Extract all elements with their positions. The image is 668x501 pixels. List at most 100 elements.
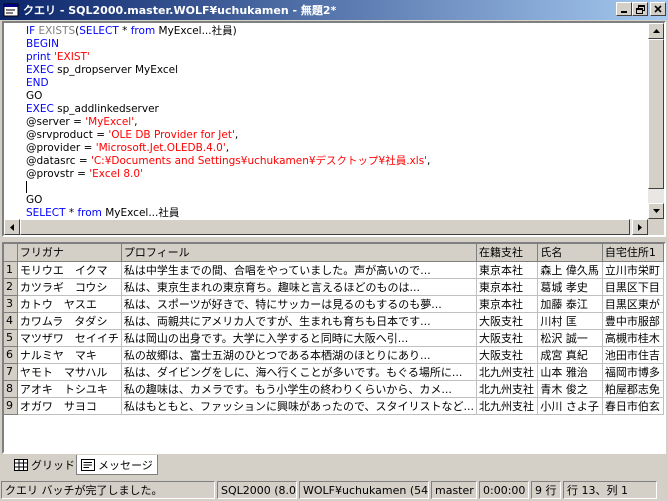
table-row[interactable]: 4 カワムラ タダシ 私は、両親共にアメリカ人ですが、生まれも育ちも日本です... 大… [4,312,664,330]
code-line[interactable]: @srvproduct = 'OLE DB Provider for Jet', [26,129,642,142]
column-header-profile[interactable]: プロフィール [121,244,478,262]
tab-grid[interactable]: グリッド [10,455,80,475]
code-line[interactable]: SELECT * from MyExcel...社員 [26,207,642,219]
table-cell[interactable]: 目黒区東が [602,295,664,313]
row-number[interactable]: 4 [4,312,18,330]
code-line[interactable]: @provstr = 'Excel 8.0' [26,168,642,181]
table-cell[interactable]: オガワ サヨコ [17,397,122,415]
query-editor[interactable]: IF EXISTS(SELECT * from MyExcel...社員) BEG… [2,21,666,237]
table-cell[interactable]: 大阪支社 [476,312,539,330]
table-row[interactable]: 8 アオキ トシユキ 私の趣味は、カメラです。もう小学生の終わりくらいから、カメ..… [4,380,664,398]
column-header-branch[interactable]: 在籍支社 [476,244,539,262]
table-cell[interactable]: 森上 偉久馬 [537,261,603,279]
code-line[interactable]: EXEC sp_addlinkedserver [26,103,642,116]
table-row[interactable]: 6 ナルミヤ マキ 私の故郷は、富士五湖のひとつである本栖湖のほとりにあり... 大阪… [4,346,664,364]
table-cell[interactable]: 北九州支社 [476,380,539,398]
table-row[interactable]: 5 マツザワ セイイチ 私は岡山の出身です。大学に入学すると同時に大阪へ引... 大阪… [4,329,664,347]
code-line[interactable]: @provider = 'Microsoft.Jet.OLEDB.4.0', [26,142,642,155]
code-line[interactable]: @server = 'MyExcel', [26,116,642,129]
table-row[interactable]: 7 ヤモト マサハル 私は、ダイビングをしに、海へ行くことが多いです。もぐる場所に.… [4,363,664,381]
table-cell[interactable]: 私は岡山の出身です。大学に入学すると同時に大阪へ引... [121,329,478,347]
table-cell[interactable]: 松沢 誠一 [537,329,603,347]
code-line[interactable]: EXEC sp_dropserver MyExcel [26,64,642,77]
table-cell[interactable]: 私はもともと、ファッションに興味があったので、スタイリストなど... [121,397,478,415]
table-cell[interactable]: マツザワ セイイチ [17,329,122,347]
table-cell[interactable]: 私は、両親共にアメリカ人ですが、生まれも育ちも日本です... [121,312,478,330]
scroll-down-button[interactable] [648,203,664,219]
table-cell[interactable]: カトウ ヤスエ [17,295,122,313]
table-cell[interactable]: カワムラ タダシ [17,312,122,330]
table-cell[interactable]: 大阪支社 [476,329,539,347]
table-cell[interactable]: 池田市住吉 [602,346,664,364]
column-header-address[interactable]: 自宅住所1 [602,244,664,262]
table-cell[interactable]: 目黒区下目 [602,278,664,296]
table-row[interactable]: 1 モリウエ イクマ 私は中学生までの間、合唱をやっていました。声が高いので... 東… [4,261,664,279]
table-cell[interactable]: 春日市伯玄 [602,397,664,415]
table-cell[interactable]: 粕屋郡志免 [602,380,664,398]
row-number[interactable]: 6 [4,346,18,364]
table-cell[interactable]: 私の故郷は、富士五湖のひとつである本栖湖のほとりにあり... [121,346,478,364]
scroll-thumb[interactable] [648,39,664,189]
row-number[interactable]: 1 [4,261,18,279]
table-cell[interactable]: モリウエ イクマ [17,261,122,279]
table-cell[interactable]: 小川 さよ子 [537,397,603,415]
scroll-thumb[interactable] [20,219,630,235]
scroll-right-button[interactable] [632,219,648,235]
table-cell[interactable]: ヤモト マサハル [17,363,122,381]
table-cell[interactable]: 葛城 孝史 [537,278,603,296]
row-number[interactable]: 3 [4,295,18,313]
table-cell[interactable]: アオキ トシユキ [17,380,122,398]
table-cell[interactable]: 青木 俊之 [537,380,603,398]
table-cell[interactable]: 豊中市服部 [602,312,664,330]
table-cell[interactable]: 私の趣味は、カメラです。もう小学生の終わりくらいから、カメ... [121,380,478,398]
row-number[interactable]: 9 [4,397,18,415]
table-cell[interactable]: 福岡市博多 [602,363,664,381]
scroll-up-button[interactable] [648,23,664,39]
row-number[interactable]: 5 [4,329,18,347]
code-line[interactable]: IF EXISTS(SELECT * from MyExcel...社員) [26,25,642,38]
table-cell[interactable]: 北九州支社 [476,363,539,381]
table-cell[interactable]: ナルミヤ マキ [17,346,122,364]
code-line[interactable]: @datasrc = 'C:¥Documents and Settings¥uc… [26,155,642,168]
code-line[interactable]: print 'EXIST' [26,51,642,64]
tab-messages[interactable]: メッセージ [76,455,158,475]
row-number[interactable]: 2 [4,278,18,296]
code-line[interactable]: GO [26,90,642,103]
table-cell[interactable]: 東京本社 [476,295,539,313]
table-row[interactable]: 9 オガワ サヨコ 私はもともと、ファッションに興味があったので、スタイリストなど.… [4,397,664,415]
table-row[interactable]: 2 カツラギ コウシ 私は、東京生まれの東京育ち。趣味と言えるほどのものは... 東京… [4,278,664,296]
minimize-button[interactable] [616,2,632,16]
results-grid[interactable]: フリガナ プロフィール 在籍支社 氏名 自宅住所1 1 モリウエ イクマ 私は中学生… [2,242,666,454]
table-cell[interactable]: 成宮 真紀 [537,346,603,364]
editor-horizontal-scrollbar[interactable] [4,219,648,235]
code-line[interactable]: END [26,77,642,90]
table-cell[interactable]: カツラギ コウシ [17,278,122,296]
table-cell[interactable]: 川村 匡 [537,312,603,330]
scroll-left-button[interactable] [4,219,20,235]
code-line[interactable] [26,181,642,194]
table-cell[interactable]: 私は、スポーツが好きで、特にサッカーは見るのもするのも夢... [121,295,478,313]
table-cell[interactable]: 東京本社 [476,278,539,296]
table-cell[interactable]: 私は、ダイビングをしに、海へ行くことが多いです。もぐる場所に... [121,363,478,381]
close-button[interactable] [650,2,666,16]
table-cell[interactable]: 立川市栄町 [602,261,664,279]
column-header-furigana[interactable]: フリガナ [17,244,122,262]
table-cell[interactable]: 山本 雅治 [537,363,603,381]
table-cell[interactable]: 私は中学生までの間、合唱をやっていました。声が高いので... [121,261,478,279]
code-line[interactable]: GO [26,194,642,207]
table-cell[interactable]: 私は、東京生まれの東京育ち。趣味と言えるほどのものは... [121,278,478,296]
column-header-rownum[interactable] [4,244,18,262]
table-row[interactable]: 3 カトウ ヤスエ 私は、スポーツが好きで、特にサッカーは見るのもするのも夢... 東… [4,295,664,313]
table-cell[interactable]: 東京本社 [476,261,539,279]
row-number[interactable]: 8 [4,380,18,398]
restore-button[interactable] [632,2,648,16]
code-line[interactable]: BEGIN [26,38,642,51]
table-cell[interactable]: 北九州支社 [476,397,539,415]
editor-vertical-scrollbar[interactable] [648,23,664,219]
column-header-name[interactable]: 氏名 [537,244,603,262]
table-cell[interactable]: 高槻市桂木 [602,329,664,347]
table-cell[interactable]: 加藤 泰江 [537,295,603,313]
row-number[interactable]: 7 [4,363,18,381]
table-cell[interactable]: 大阪支社 [476,346,539,364]
sql-code[interactable]: IF EXISTS(SELECT * from MyExcel...社員) BEG… [26,25,642,219]
